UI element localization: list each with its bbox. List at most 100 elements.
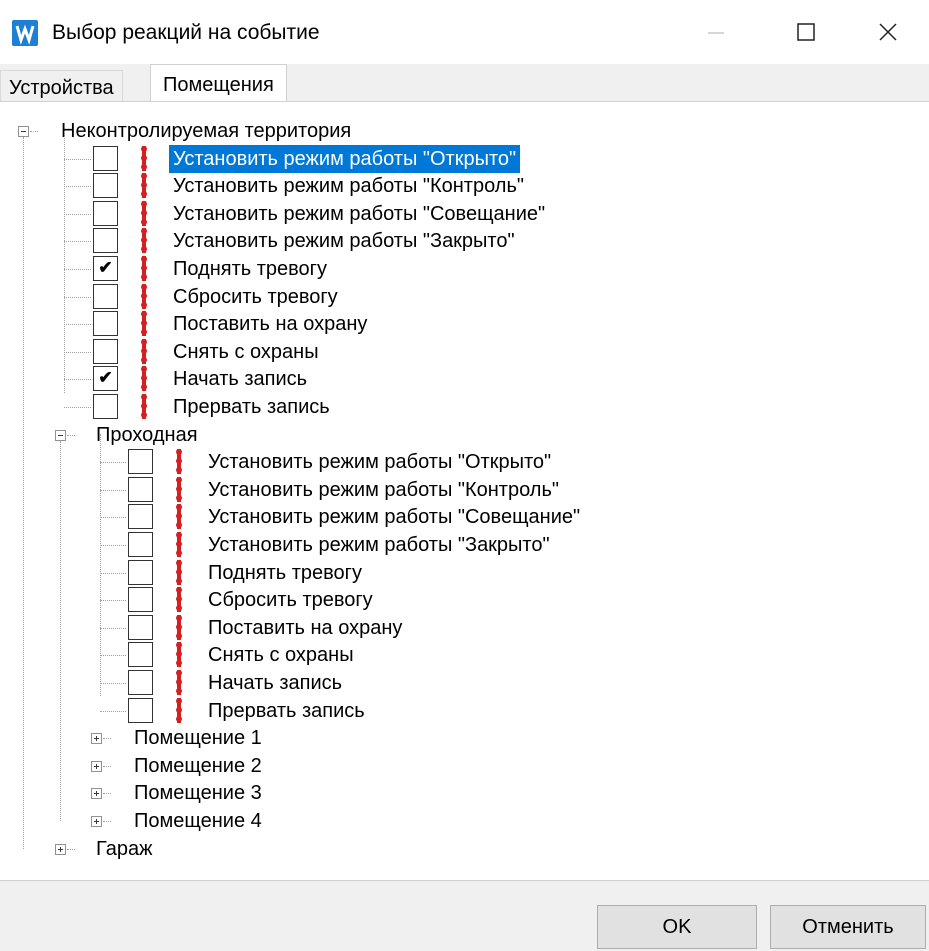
action-checkbox[interactable]: [128, 697, 153, 723]
action-checkbox[interactable]: [93, 338, 118, 364]
tab-rooms[interactable]: Помещения: [150, 64, 287, 104]
tree-connector: [103, 793, 111, 795]
action-checkbox[interactable]: [128, 587, 153, 613]
action-label[interactable]: Поднять тревогу: [173, 255, 327, 283]
minimize-icon: [708, 32, 724, 34]
action-label[interactable]: Установить режим работы "Совещание": [208, 503, 580, 531]
reaction-tree[interactable]: Неконтролируемая территория Установить ре…: [0, 101, 929, 881]
action-checkbox[interactable]: [128, 670, 153, 695]
action-checkbox[interactable]: [128, 559, 153, 585]
action-label[interactable]: Прервать запись: [208, 697, 365, 725]
tree-connector: [100, 517, 126, 519]
maximize-button[interactable]: [766, 0, 846, 64]
red-pin-icon: [139, 227, 149, 254]
window-title: Выбор реакций на событие: [52, 21, 320, 44]
tab-devices[interactable]: Устройства: [0, 70, 123, 104]
action-checkbox[interactable]: [93, 311, 118, 337]
expand-toggle-icon[interactable]: [55, 843, 66, 855]
tree-connector: [100, 710, 126, 713]
action-label[interactable]: Поставить на охрану: [208, 614, 402, 642]
action-checkbox[interactable]: [93, 394, 118, 419]
tree-connector: [67, 848, 75, 851]
red-pin-icon: [139, 338, 149, 365]
tree-connector: [64, 158, 91, 161]
action-label[interactable]: Установить режим работы "Открыто": [208, 448, 551, 476]
action-checkbox[interactable]: [93, 173, 118, 199]
action-label[interactable]: Установить режим работы "Контроль": [208, 476, 559, 504]
tree-node-room[interactable]: Помещение 4: [134, 807, 262, 835]
expand-toggle-icon[interactable]: [91, 733, 102, 745]
action-checkbox[interactable]: [128, 642, 153, 668]
action-checkbox[interactable]: ✔: [93, 366, 118, 392]
red-pin-icon: [139, 145, 149, 172]
tree-connector: [30, 131, 38, 133]
action-label[interactable]: Начать запись: [208, 669, 342, 697]
ok-button[interactable]: OK: [597, 905, 757, 949]
action-checkbox[interactable]: [128, 504, 153, 530]
action-label[interactable]: Прервать запись: [173, 393, 330, 421]
tree-connector: [64, 324, 91, 326]
action-label[interactable]: Поднять тревогу: [208, 559, 362, 587]
action-checkbox[interactable]: [128, 476, 153, 502]
tree-connector: [100, 655, 126, 657]
red-pin-icon: [174, 586, 184, 613]
tree-connector: [64, 351, 91, 354]
tree-connector: [64, 379, 91, 381]
tree-connector: [103, 765, 111, 768]
action-checkbox[interactable]: [128, 449, 153, 475]
action-label[interactable]: Установить режим работы "Совещание": [173, 200, 545, 228]
tree-connector: [100, 683, 126, 685]
tree-connector: [100, 462, 126, 464]
tree-connector: [64, 186, 91, 188]
tree-node-room[interactable]: Помещение 3: [134, 779, 262, 807]
collapse-toggle-icon[interactable]: [18, 126, 29, 137]
expand-toggle-icon[interactable]: [91, 788, 102, 800]
tree-connector: [23, 137, 25, 849]
red-pin-icon: [174, 669, 184, 696]
tree-connector: [100, 572, 126, 575]
action-label[interactable]: Поставить на охрану: [173, 310, 367, 338]
action-label[interactable]: Установить режим работы "Закрыто": [208, 531, 550, 559]
action-label[interactable]: Установить режим работы "Открыто": [169, 144, 521, 173]
red-pin-icon: [174, 503, 184, 530]
tree-connector: [103, 821, 111, 823]
collapse-toggle-icon[interactable]: [55, 429, 66, 441]
minimize-button[interactable]: [676, 0, 756, 64]
tree-node-room[interactable]: Помещение 2: [134, 752, 262, 780]
action-checkbox[interactable]: [93, 228, 118, 254]
expand-toggle-icon[interactable]: [91, 760, 102, 772]
red-pin-icon: [139, 255, 149, 282]
tree-connector: [64, 269, 91, 271]
action-checkbox[interactable]: [93, 283, 118, 309]
tree-node-passage[interactable]: Проходная: [96, 421, 198, 449]
action-label[interactable]: Снять с охраны: [173, 338, 319, 366]
app-icon: [12, 20, 38, 46]
title-bar: Выбор реакций на событие: [0, 0, 929, 64]
tree-connector: [103, 738, 111, 740]
action-label[interactable]: Установить режим работы "Закрыто": [173, 227, 515, 255]
action-checkbox[interactable]: [93, 200, 118, 226]
tree-connector: [67, 434, 75, 437]
tree-connector: [100, 627, 126, 630]
red-pin-icon: [174, 448, 184, 475]
red-pin-icon: [174, 531, 184, 558]
action-checkbox[interactable]: [93, 145, 118, 171]
tree-node-root[interactable]: Неконтролируемая территория: [61, 117, 351, 145]
action-label[interactable]: Начать запись: [173, 365, 307, 393]
close-button[interactable]: [848, 0, 928, 64]
red-pin-icon: [139, 310, 149, 337]
tree-connector: [64, 241, 91, 243]
action-checkbox[interactable]: [128, 532, 153, 557]
close-icon: [879, 23, 897, 41]
tree-node-room[interactable]: Помещение 1: [134, 724, 262, 752]
action-checkbox[interactable]: [128, 614, 153, 640]
tree-node-garage[interactable]: Гараж: [96, 835, 152, 863]
action-label[interactable]: Установить режим работы "Контроль": [173, 172, 524, 200]
cancel-button[interactable]: Отменить: [770, 905, 926, 949]
action-label[interactable]: Сбросить тревогу: [173, 283, 338, 311]
tab-strip: Устройства Помещения: [0, 64, 929, 104]
action-checkbox[interactable]: ✔: [93, 256, 118, 281]
expand-toggle-icon[interactable]: [91, 816, 102, 827]
action-label[interactable]: Сбросить тревогу: [208, 586, 373, 614]
action-label[interactable]: Снять с охраны: [208, 641, 354, 669]
